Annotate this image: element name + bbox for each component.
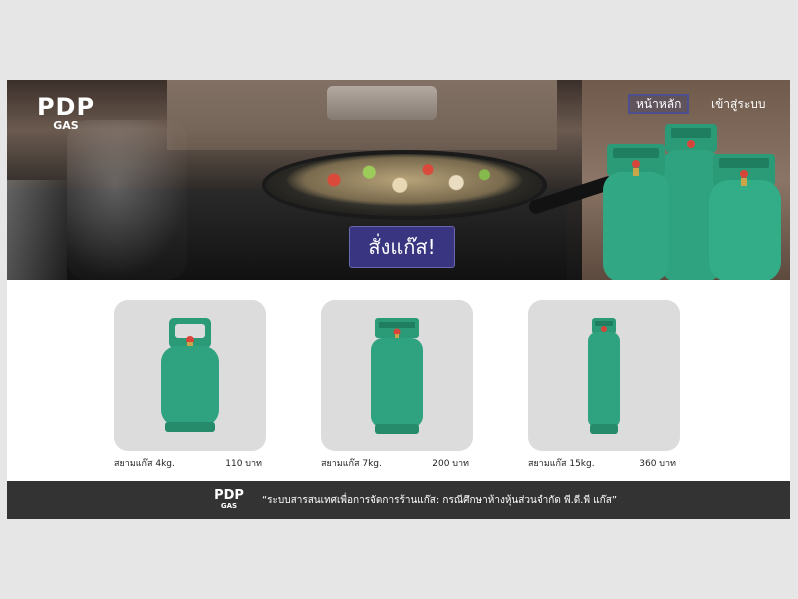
footer: PDP GAS “ระบบสารสนเทศเพื่อการจัดการร้านแ… [7, 481, 790, 519]
product-price: 110 บาท [225, 459, 262, 469]
page: PDP GAS หน้าหลัก เข้าสู่ระบบ สั่งแก๊ส! ส… [7, 80, 790, 519]
hero-sink [327, 86, 437, 120]
footer-logo: PDP GAS [210, 489, 248, 510]
product-image[interactable] [528, 300, 680, 451]
product-card[interactable]: สยามแก๊ส 4kg. 110 บาท [114, 300, 266, 470]
footer-tagline: “ระบบสารสนเทศเพื่อการจัดการร้านแก๊ส: กรณ… [262, 495, 618, 506]
product-card[interactable]: สยามแก๊ส 7kg. 200 บาท [321, 300, 473, 470]
footer-logo-name: PDP [214, 488, 244, 503]
product-name[interactable]: สยามแก๊ส 15kg. [528, 456, 595, 470]
product-list: สยามแก๊ส 4kg. 110 บาท สยามแก๊ส 7kg. 200 … [7, 280, 790, 481]
product-price: 200 บาท [432, 459, 469, 469]
product-image[interactable] [114, 300, 266, 451]
gas-tank-4kg-icon [161, 317, 219, 432]
hero-tank-right [709, 154, 781, 280]
nav-login-link[interactable]: เข้าสู่ระบบ [711, 96, 766, 112]
nav-home-link[interactable]: หน้าหลัก [628, 94, 690, 114]
hero-glass [67, 120, 187, 280]
hero-banner: PDP GAS หน้าหลัก เข้าสู่ระบบ สั่งแก๊ส! [7, 80, 790, 280]
gas-tank-7kg-icon [371, 317, 423, 434]
product-price: 360 บาท [639, 459, 676, 469]
gas-tank-15kg-icon [588, 317, 620, 434]
hero-food [287, 154, 522, 206]
footer-logo-sub: GAS [220, 502, 238, 510]
product-image[interactable] [321, 300, 473, 451]
hero-gas-tanks-image [603, 124, 781, 280]
brand-logo-sub: GAS [53, 119, 79, 132]
product-name[interactable]: สยามแก๊ส 4kg. [114, 456, 175, 470]
product-card[interactable]: สยามแก๊ส 15kg. 360 บาท [528, 300, 680, 470]
hero-tank-left [603, 144, 669, 280]
order-gas-button[interactable]: สั่งแก๊ส! [349, 226, 455, 268]
brand-logo[interactable]: PDP GAS [34, 95, 98, 131]
product-name[interactable]: สยามแก๊ส 7kg. [321, 456, 382, 470]
brand-logo-name: PDP [36, 93, 96, 121]
hero-glass-edge [7, 180, 67, 280]
